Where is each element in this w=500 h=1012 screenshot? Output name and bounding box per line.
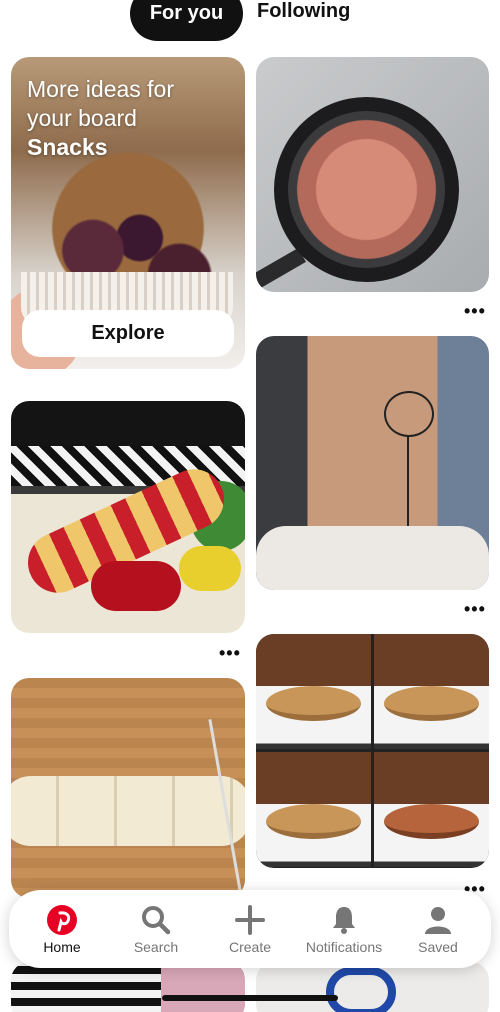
pan-food [288, 111, 445, 268]
nav-create[interactable]: Create [205, 903, 295, 955]
pin-image-arm [161, 962, 245, 1012]
pin-image-logo [326, 967, 396, 1012]
pancake [384, 804, 479, 839]
nav-notifications[interactable]: Notifications [299, 903, 389, 955]
nav-search[interactable]: Search [111, 903, 201, 955]
pin-card-pan[interactable] [256, 57, 489, 292]
bell-icon [328, 903, 360, 937]
pancake-photo [256, 634, 371, 749]
nav-create-label: Create [228, 939, 272, 955]
nav-search-label: Search [133, 939, 179, 955]
pin-more-options-button[interactable]: ••• [219, 644, 241, 662]
pin-card-tattoo[interactable] [256, 336, 489, 590]
rose-stem [407, 436, 409, 526]
board-suggestion-line2: your board [27, 105, 137, 131]
board-suggestion-line1: More ideas for [27, 76, 175, 102]
pancake [266, 686, 361, 721]
nav-notifications-label: Notifications [305, 939, 383, 955]
pin-card-hot-dogs[interactable] [11, 401, 245, 633]
pancake-photo [374, 634, 489, 749]
pancake [266, 804, 361, 839]
feed-tabs: For you Following [0, 0, 500, 46]
pin-image-shoe [256, 526, 489, 590]
plus-icon [234, 903, 266, 937]
tab-following[interactable]: Following [257, 0, 350, 26]
person-icon [422, 903, 454, 937]
pin-more-options-button[interactable]: ••• [464, 600, 486, 618]
ketchup-bowl [91, 561, 181, 611]
pin-more-options-button[interactable]: ••• [464, 302, 486, 320]
pin-card-partial-right[interactable] [256, 962, 489, 1012]
pan-handle [256, 248, 306, 292]
board-name: Snacks [27, 134, 108, 160]
sliced-banana [11, 776, 245, 846]
nav-home-label: Home [43, 939, 81, 955]
board-suggestion-card[interactable]: More ideas for your board Snacks Explore [11, 57, 245, 369]
pin-card-pancakes[interactable] [256, 634, 489, 868]
pancake-photo [256, 752, 371, 867]
pancake-photo [374, 752, 489, 867]
tab-for-you[interactable]: For you [130, 0, 243, 41]
rose-tattoo [384, 391, 434, 437]
home-indicator [162, 995, 338, 1001]
nav-saved[interactable]: Saved [393, 903, 483, 955]
pin-card-banana[interactable] [11, 678, 245, 898]
bottom-navigation: Home Search Create Notifications Saved [9, 890, 491, 968]
explore-button[interactable]: Explore [22, 310, 234, 357]
pin-card-partial-left[interactable] [11, 962, 245, 1012]
search-icon [140, 903, 172, 937]
board-suggestion-text: More ideas for your board Snacks [27, 75, 174, 162]
nav-home[interactable]: Home [17, 903, 107, 955]
pancake [384, 686, 479, 721]
nav-saved-label: Saved [418, 939, 458, 955]
pinterest-logo-icon [46, 903, 78, 937]
mustard-bowl [179, 546, 241, 591]
